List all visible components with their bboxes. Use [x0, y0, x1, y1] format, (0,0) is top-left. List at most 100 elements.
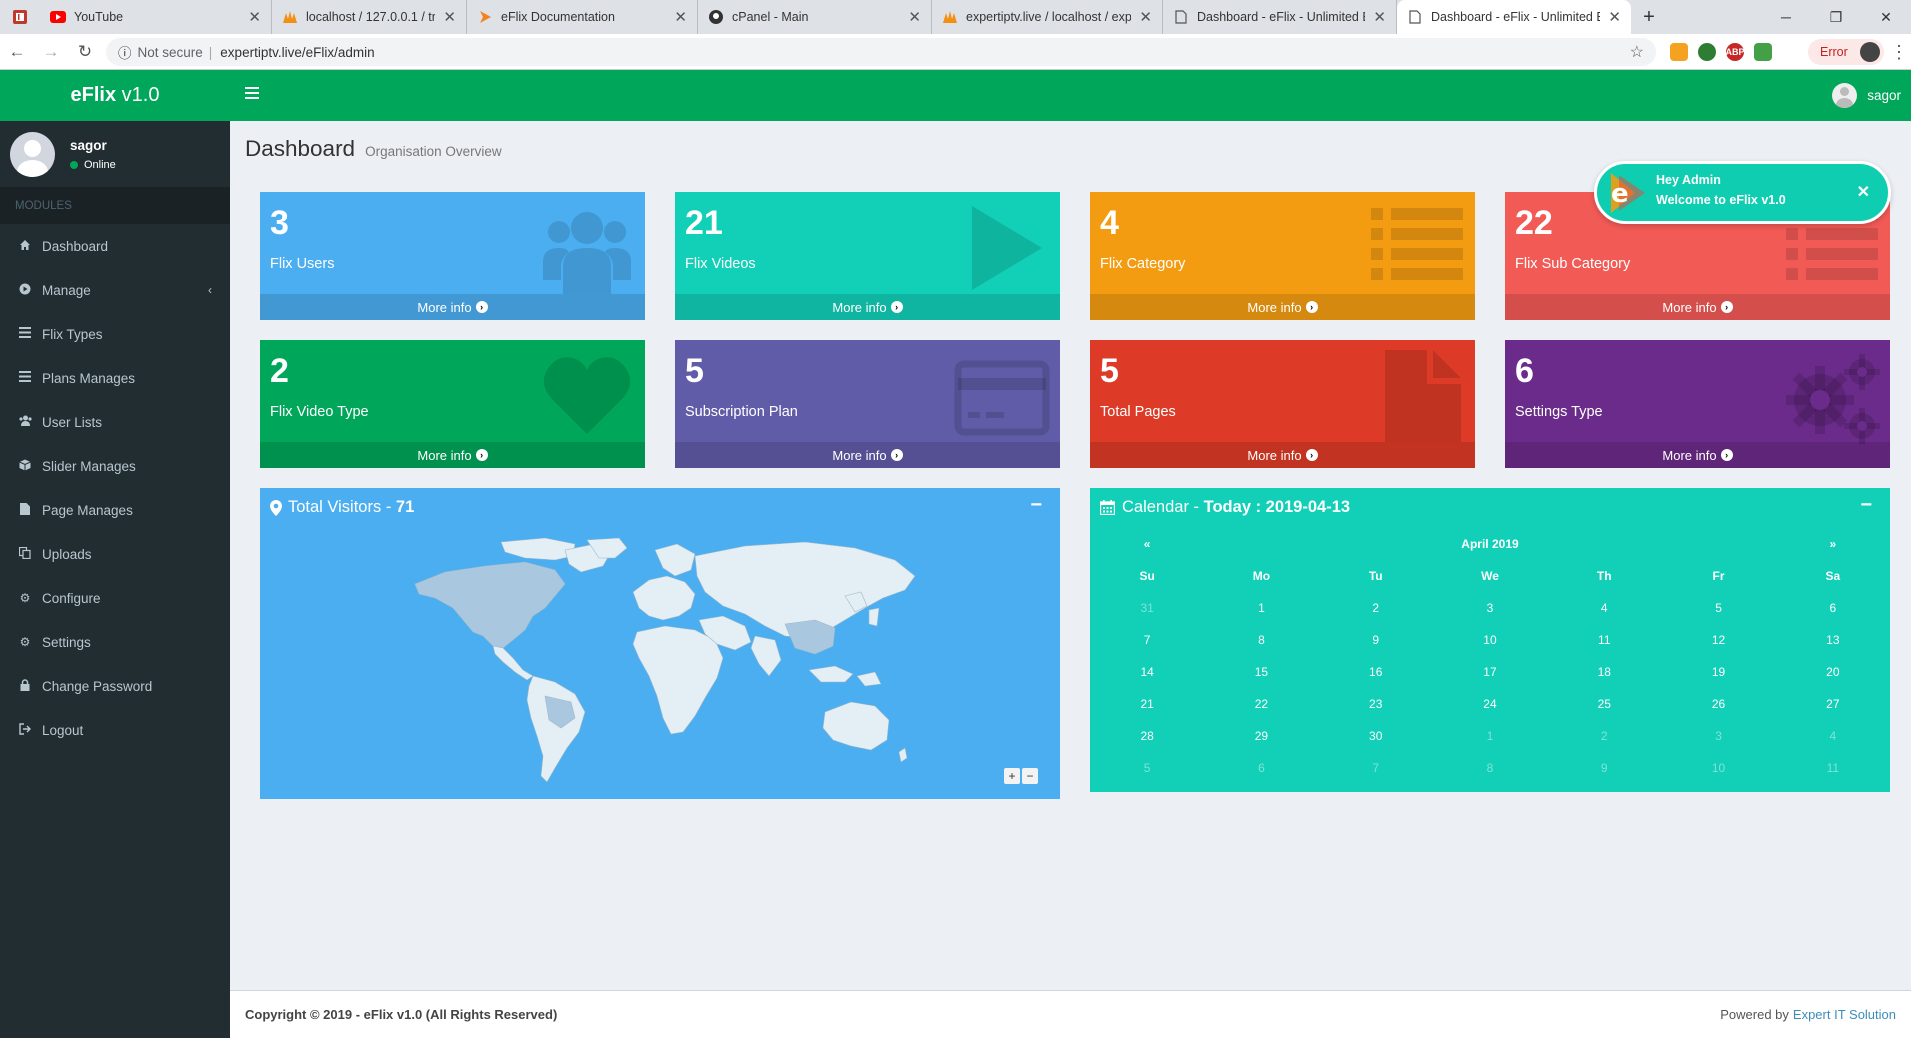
calendar-day[interactable]: 29 — [1204, 729, 1318, 743]
calendar-day[interactable]: 18 — [1547, 665, 1661, 679]
url-bar[interactable]: ⓘ Not secure | expertiptv.live/eFlix/adm… — [106, 38, 1656, 66]
sidebar-item-flix-types[interactable]: Flix Types — [0, 312, 230, 356]
tab-close-icon[interactable]: ✕ — [674, 8, 687, 26]
restore-icon[interactable]: ❐ — [1811, 0, 1861, 34]
close-icon[interactable]: ✕ — [1857, 182, 1870, 202]
calendar-day[interactable]: 1 — [1433, 729, 1547, 743]
calendar-day[interactable]: 1 — [1204, 601, 1318, 615]
calendar-day[interactable]: 3 — [1433, 601, 1547, 615]
browser-tab[interactable]: expertiptv.live / localhost / exper ✕ — [932, 0, 1163, 34]
calendar-day[interactable]: 13 — [1776, 633, 1890, 647]
calendar-day[interactable]: 23 — [1319, 697, 1433, 711]
sidebar-item-manage[interactable]: Manage ‹ — [0, 268, 230, 312]
calendar-next-button[interactable]: » — [1776, 537, 1890, 551]
sidebar-toggle-icon[interactable] — [245, 86, 259, 104]
calendar-day[interactable]: 5 — [1661, 601, 1775, 615]
sidebar-item-configure[interactable]: ⚙ Configure — [0, 576, 230, 620]
calendar-month-label[interactable]: April 2019 — [1204, 537, 1775, 551]
sidebar-item-change-password[interactable]: Change Password — [0, 664, 230, 708]
sidebar-item-slider-manages[interactable]: Slider Manages — [0, 444, 230, 488]
sidebar-item-plans-manages[interactable]: Plans Manages — [0, 356, 230, 400]
adblock-icon[interactable]: ABP — [1726, 43, 1745, 61]
bookmark-star-icon[interactable]: ☆ — [1630, 42, 1644, 62]
more-info-link[interactable]: More info › — [1090, 442, 1475, 468]
calendar-day[interactable]: 10 — [1433, 633, 1547, 647]
collapse-icon[interactable]: − — [1030, 494, 1042, 517]
calendar-day[interactable]: 21 — [1090, 697, 1204, 711]
tab-close-icon[interactable]: ✕ — [1608, 8, 1621, 26]
company-link[interactable]: Expert IT Solution — [1793, 1007, 1896, 1022]
calendar-day[interactable]: 26 — [1661, 697, 1775, 711]
sidebar-item-dashboard[interactable]: Dashboard — [0, 224, 230, 268]
close-window-icon[interactable]: ✕ — [1861, 0, 1911, 34]
calendar-day[interactable]: 14 — [1090, 665, 1204, 679]
calendar-day[interactable]: 4 — [1776, 729, 1890, 743]
url-text[interactable]: expertiptv.live/eFlix/admin — [220, 45, 374, 60]
calendar-day[interactable]: 31 — [1090, 601, 1204, 615]
calendar-day[interactable]: 6 — [1204, 761, 1318, 775]
calendar-day[interactable]: 5 — [1090, 761, 1204, 775]
world-map[interactable] — [405, 536, 920, 786]
back-icon[interactable]: ← — [0, 34, 34, 70]
tab-close-icon[interactable]: ✕ — [908, 8, 921, 26]
calendar-day[interactable]: 28 — [1090, 729, 1204, 743]
more-info-link[interactable]: More info › — [1505, 294, 1890, 320]
extension-tv-icon[interactable] — [1754, 43, 1772, 61]
calendar-day[interactable]: 9 — [1547, 761, 1661, 775]
calendar-day[interactable]: 7 — [1090, 633, 1204, 647]
extension-globe-icon[interactable] — [1698, 43, 1716, 61]
browser-tab[interactable]: eFlix Documentation ✕ — [467, 0, 698, 34]
calendar-day[interactable]: 7 — [1319, 761, 1433, 775]
sidebar-item-uploads[interactable]: Uploads — [0, 532, 230, 576]
tab-close-icon[interactable]: ✕ — [1139, 8, 1152, 26]
calendar-day[interactable]: 30 — [1319, 729, 1433, 743]
collapse-icon[interactable]: − — [1860, 494, 1872, 517]
forward-icon[interactable]: → — [34, 34, 68, 70]
tab-search-icon[interactable] — [0, 0, 40, 34]
app-logo[interactable]: eFlix v1.0 — [0, 70, 230, 121]
profile-error-button[interactable]: Error — [1808, 39, 1884, 65]
sidebar-item-page-manages[interactable]: Page Manages — [0, 488, 230, 532]
calendar-day[interactable]: 20 — [1776, 665, 1890, 679]
calendar-day[interactable]: 11 — [1547, 633, 1661, 647]
calendar-day[interactable]: 27 — [1776, 697, 1890, 711]
sidebar-item-user-lists[interactable]: User Lists — [0, 400, 230, 444]
calendar-day[interactable]: 3 — [1661, 729, 1775, 743]
sidebar-item-settings[interactable]: ⚙ Settings — [0, 620, 230, 664]
more-info-link[interactable]: More info › — [260, 294, 645, 320]
info-icon[interactable]: ⓘ — [118, 42, 132, 62]
browser-menu-icon[interactable]: ⋮ — [1890, 34, 1908, 70]
calendar-prev-button[interactable]: « — [1090, 537, 1204, 551]
sidebar-item-logout[interactable]: Logout — [0, 708, 230, 752]
calendar-day[interactable]: 6 — [1776, 601, 1890, 615]
zoom-out-button[interactable]: − — [1022, 768, 1038, 784]
more-info-link[interactable]: More info › — [675, 442, 1060, 468]
zoom-in-button[interactable]: + — [1004, 768, 1020, 784]
tab-close-icon[interactable]: ✕ — [443, 8, 456, 26]
calendar-day[interactable]: 9 — [1319, 633, 1433, 647]
browser-tab[interactable]: YouTube ✕ — [40, 0, 272, 34]
browser-tab[interactable]: Dashboard - eFlix - Unlimited E ✕ — [1163, 0, 1397, 34]
minimize-icon[interactable]: ─ — [1761, 0, 1811, 34]
tab-close-icon[interactable]: ✕ — [248, 8, 261, 26]
more-info-link[interactable]: More info › — [675, 294, 1060, 320]
more-info-link[interactable]: More info › — [1090, 294, 1475, 320]
calendar-day[interactable]: 16 — [1319, 665, 1433, 679]
reload-icon[interactable]: ↻ — [68, 34, 102, 70]
calendar-day[interactable]: 4 — [1547, 601, 1661, 615]
user-menu[interactable]: sagor — [1832, 83, 1901, 108]
calendar-day[interactable]: 8 — [1433, 761, 1547, 775]
calendar-day[interactable]: 17 — [1433, 665, 1547, 679]
calendar-day[interactable]: 8 — [1204, 633, 1318, 647]
calendar-day[interactable]: 22 — [1204, 697, 1318, 711]
calendar-day[interactable]: 24 — [1433, 697, 1547, 711]
browser-tab-active[interactable]: Dashboard - eFlix - Unlimited E ✕ — [1397, 0, 1631, 34]
calendar-day[interactable]: 25 — [1547, 697, 1661, 711]
calendar-day[interactable]: 19 — [1661, 665, 1775, 679]
calendar-day[interactable]: 10 — [1661, 761, 1775, 775]
calendar-day[interactable]: 11 — [1776, 761, 1890, 775]
browser-tab[interactable]: cPanel - Main ✕ — [698, 0, 932, 34]
calendar-day[interactable]: 15 — [1204, 665, 1318, 679]
calendar-day[interactable]: 2 — [1319, 601, 1433, 615]
new-tab-button[interactable]: + — [1631, 0, 1667, 34]
